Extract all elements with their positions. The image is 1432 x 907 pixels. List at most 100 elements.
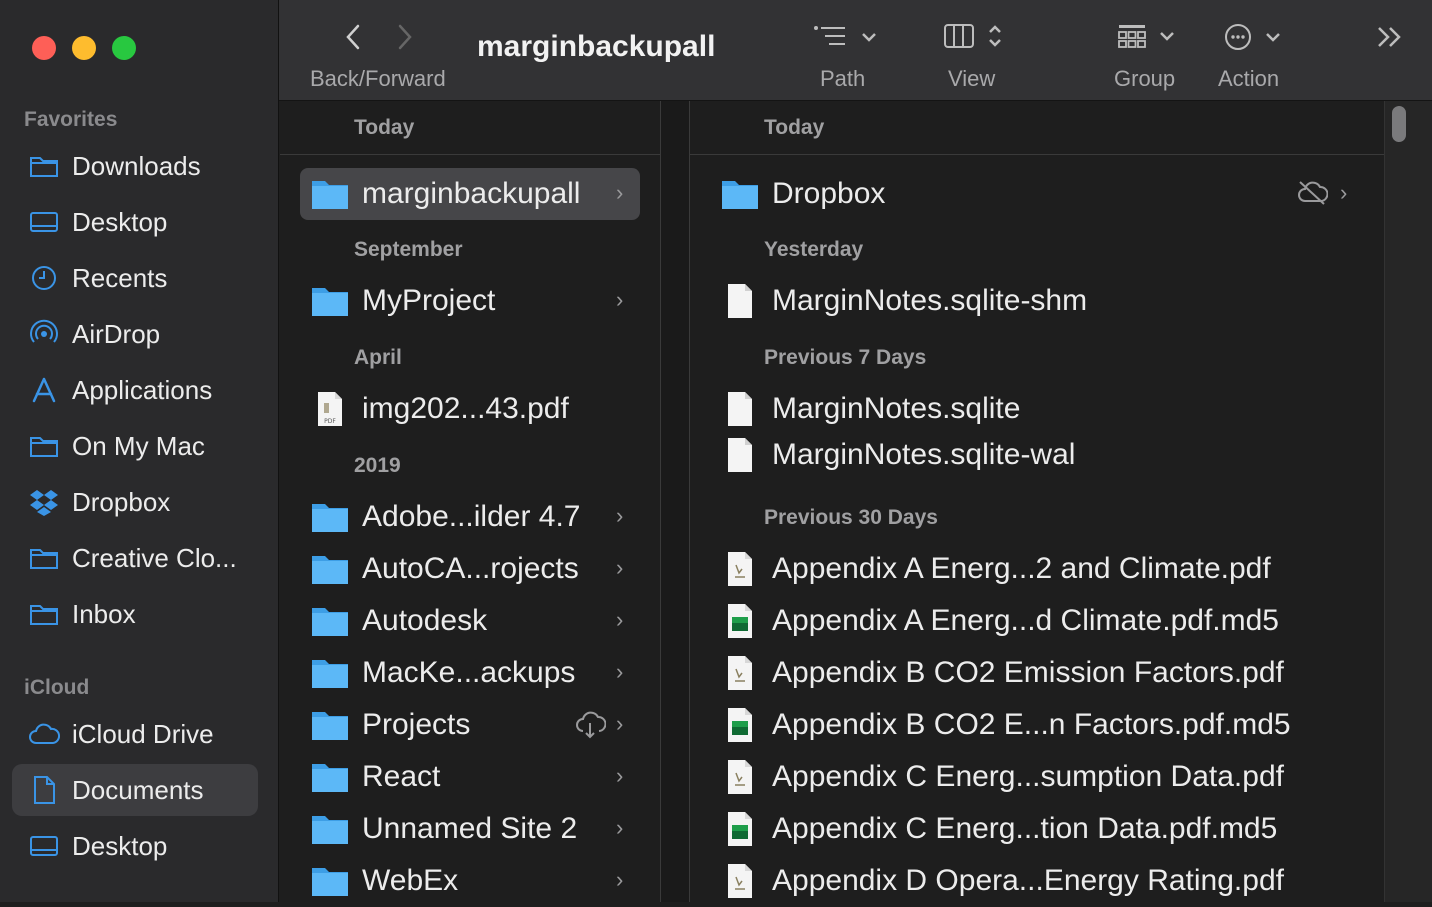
list-item-folder[interactable]: MacKe...ackups › [300, 647, 640, 699]
item-name: marginbackupall [362, 177, 581, 210]
chevron-right-icon [398, 24, 412, 50]
sidebar-item-documents[interactable]: Documents [12, 764, 258, 816]
item-name: React [362, 760, 441, 793]
list-item-file[interactable]: MarginNotes.sqlite [710, 383, 1364, 435]
list-item-folder[interactable]: Projects › [300, 699, 640, 751]
window-title: marginbackupall [477, 30, 716, 63]
sidebar-item-icloud-desktop[interactable]: Desktop [12, 820, 258, 872]
view-label: View [948, 66, 996, 91]
list-item-file[interactable]: Appendix A Energ...d Climate.pdf.md5 [710, 595, 1364, 647]
toolbar: Back/Forward marginbackupall Path View G… [279, 0, 1432, 101]
sidebar-item-on-my-mac[interactable]: On My Mac [12, 420, 258, 472]
ellipsis-circle-icon [1225, 24, 1251, 50]
list-item-file[interactable]: MarginNotes.sqlite-wal [710, 429, 1364, 481]
scrollbar-thumb[interactable] [1392, 106, 1406, 142]
more-toolbar-items-button[interactable] [1375, 24, 1405, 50]
list-item-file[interactable]: Appendix D Opera...Energy Rating.pdf [710, 855, 1364, 907]
sidebar-item-label: Recents [72, 262, 168, 293]
divider [690, 154, 1384, 155]
item-name: Unnamed Site 2 [362, 812, 578, 845]
sidebar-item-recents[interactable]: Recents [12, 252, 258, 304]
list-item-file[interactable]: Appendix B CO2 E...n Factors.pdf.md5 [710, 699, 1364, 751]
list-item-file[interactable]: Appendix C Energ...sumption Data.pdf [710, 751, 1364, 803]
forward-button[interactable] [393, 22, 417, 52]
sidebar-item-creative-cloud[interactable]: Creative Clo... [12, 532, 258, 584]
view-button[interactable] [943, 22, 1005, 50]
folder-icon [28, 598, 60, 630]
chevron-down-icon [862, 33, 876, 42]
chevron-right-icon: › [1340, 180, 1348, 205]
chevron-down-icon [1266, 33, 1280, 42]
svg-text:PDF: PDF [324, 418, 336, 425]
pdf-file-icon [720, 757, 760, 797]
sidebar-item-desktop[interactable]: Desktop [12, 196, 258, 248]
divider [280, 154, 660, 155]
column-2: Today Dropbox › Yesterday MarginNotes.sq… [690, 101, 1385, 902]
pdf-file-icon: PDF [310, 389, 350, 429]
sidebar-item-label: Dropbox [72, 486, 171, 517]
folder-icon [310, 653, 350, 693]
list-item-folder[interactable]: Unnamed Site 2 › [300, 803, 640, 855]
list-item-folder[interactable]: Adobe...ilder 4.7 › [300, 491, 640, 543]
column-view-icon [944, 24, 974, 48]
chevron-left-icon [346, 24, 360, 50]
list-item-file[interactable]: Appendix A Energ...2 and Climate.pdf [710, 543, 1364, 595]
folder-icon [310, 809, 350, 849]
sidebar-item-icloud-drive[interactable]: iCloud Drive [12, 708, 258, 760]
action-button[interactable] [1223, 22, 1283, 52]
group-header-previous-7-days: Previous 7 Days [764, 346, 927, 369]
item-name: WebEx [362, 864, 459, 897]
list-item-file[interactable]: MarginNotes.sqlite-shm [710, 275, 1364, 327]
list-item-folder[interactable]: MyProject › [300, 275, 640, 327]
back-button[interactable] [341, 22, 365, 52]
sidebar-item-applications[interactable]: Applications [12, 364, 258, 416]
group-header-yesterday: Yesterday [764, 238, 864, 261]
path-label: Path [820, 66, 866, 91]
list-item-file[interactable]: PDF img202...43.pdf [300, 383, 640, 435]
column-divider[interactable] [661, 101, 690, 902]
list-item-folder[interactable]: Autodesk › [300, 595, 640, 647]
cloud-off-icon [1296, 180, 1329, 211]
chevron-right-icon: › [616, 607, 624, 632]
path-button[interactable] [813, 24, 879, 50]
minimize-window-button[interactable] [72, 36, 96, 60]
chevron-right-icon: › [616, 180, 624, 205]
item-name: Appendix C Energ...sumption Data.pdf [772, 760, 1284, 793]
sidebar-item-label: Creative Clo... [72, 542, 237, 573]
sidebar-item-label: On My Mac [72, 430, 205, 461]
item-name: AutoCA...rojects [362, 552, 579, 585]
folder-icon [28, 430, 60, 462]
list-item-file[interactable]: Appendix B CO2 Emission Factors.pdf [710, 647, 1364, 699]
sidebar-item-label: Desktop [72, 206, 168, 237]
column-1: Today marginbackupall › September MyProj… [280, 101, 661, 902]
sidebar-item-downloads[interactable]: Downloads [12, 140, 258, 192]
list-item-folder[interactable]: React › [300, 751, 640, 803]
list-item-folder[interactable]: WebEx › [300, 855, 640, 907]
list-item-folder[interactable]: Dropbox › [710, 168, 1364, 220]
list-item-folder[interactable]: AutoCA...rojects › [300, 543, 640, 595]
sidebar-item-airdrop[interactable]: AirDrop [12, 308, 258, 360]
up-down-chevron-icon [989, 25, 1001, 47]
sidebar-item-label: Documents [72, 774, 204, 805]
icloud-header: iCloud [24, 676, 90, 699]
sidebar-item-dropbox[interactable]: Dropbox [12, 476, 258, 528]
close-window-button[interactable] [32, 36, 56, 60]
sidebar-item-label: Desktop [72, 830, 168, 861]
chevron-right-icon: › [616, 287, 624, 312]
md5-file-icon [720, 601, 760, 641]
item-name: MarginNotes.sqlite [772, 392, 1021, 425]
group-button[interactable] [1117, 22, 1177, 50]
vertical-scrollbar[interactable] [1385, 101, 1432, 902]
list-item-folder[interactable]: marginbackupall › [300, 168, 640, 220]
desktop-icon [28, 206, 60, 238]
sidebar-item-inbox[interactable]: Inbox [12, 588, 258, 640]
item-name: Appendix B CO2 Emission Factors.pdf [772, 656, 1284, 689]
pdf-file-icon [720, 549, 760, 589]
zoom-window-button[interactable] [112, 36, 136, 60]
group-header-previous-30-days: Previous 30 Days [764, 506, 938, 529]
cloud-icon [28, 718, 60, 750]
list-item-file[interactable]: Appendix C Energ...tion Data.pdf.md5 [710, 803, 1364, 855]
item-name: Adobe...ilder 4.7 [362, 500, 581, 533]
cloud-download-icon[interactable] [574, 711, 607, 744]
chevron-right-icon: › [616, 659, 624, 684]
